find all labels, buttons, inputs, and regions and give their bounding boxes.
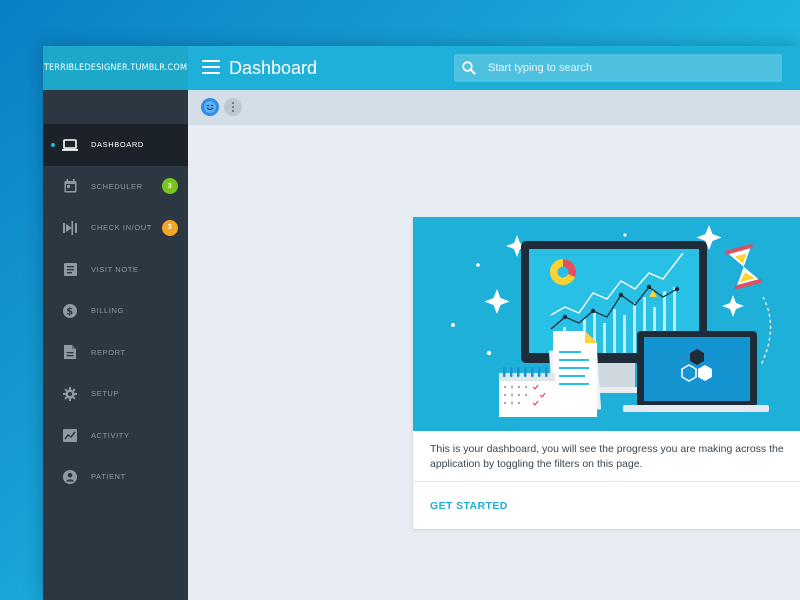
sidebar-item-billing[interactable]: $ BILLING <box>43 290 188 332</box>
activity-icon <box>62 428 78 442</box>
active-indicator <box>51 142 55 147</box>
sidebar-item-label: SCHEDULER <box>91 181 143 191</box>
laptop-icon <box>62 138 78 152</box>
page-title: Dashboard <box>229 58 318 78</box>
svg-text:$: $ <box>66 306 74 317</box>
patient-icon <box>62 469 78 484</box>
toolbar <box>188 90 800 125</box>
sidebar-item-patient[interactable]: PATIENT <box>43 456 188 498</box>
sidebar-item-label: BILLING <box>91 306 124 316</box>
sidebar-item-label: DASHBOARD <box>91 140 144 150</box>
sidebar-item-report[interactable]: REPORT <box>43 332 188 374</box>
brand-logo[interactable]: TERRIBLEDESIGNER.TUMBLR.COM <box>43 46 188 90</box>
check-in-out-icon <box>62 220 78 235</box>
sidebar: TERRIBLEDESIGNER.TUMBLR.COM DASHBOARD SC… <box>43 46 188 600</box>
sidebar-item-dashboard[interactable]: DASHBOARD <box>43 124 188 166</box>
search-input[interactable] <box>488 62 768 74</box>
sidebar-item-activity[interactable]: ACTIVITY <box>43 415 188 457</box>
check-in-out-count-badge: 3 <box>162 219 178 236</box>
top-bar: Dashboard <box>188 46 800 90</box>
app-window: TERRIBLEDESIGNER.TUMBLR.COM DASHBOARD SC… <box>43 46 800 600</box>
card-description: This is your dashboard, you will see the… <box>430 443 784 470</box>
sidebar-item-label: ACTIVITY <box>91 430 130 440</box>
hamburger-menu-icon[interactable] <box>202 60 220 76</box>
dashboard-illustration <box>413 217 800 431</box>
get-started-button[interactable]: GET STARTED <box>413 482 800 529</box>
sidebar-spacer <box>43 90 188 124</box>
sidebar-item-visit-note[interactable]: VISIT NOTE <box>43 249 188 291</box>
more-options-icon[interactable] <box>224 98 242 116</box>
sidebar-item-label: REPORT <box>91 347 126 357</box>
sidebar-item-setup[interactable]: SETUP <box>43 373 188 415</box>
welcome-card: This is your dashboard, you will see the… <box>413 217 800 529</box>
search-icon[interactable] <box>454 61 484 75</box>
search-bar <box>454 54 782 82</box>
sidebar-item-label: SETUP <box>91 389 120 399</box>
sidebar-item-check-in-out[interactable]: CHECK IN/OUT 3 <box>43 207 188 249</box>
avatar[interactable] <box>201 98 219 116</box>
dollar-icon: $ <box>62 303 78 318</box>
sidebar-item-label: VISIT NOTE <box>91 264 139 274</box>
sidebar-item-label: CHECK IN/OUT <box>91 223 152 233</box>
sidebar-item-label: PATIENT <box>91 472 126 482</box>
sidebar-item-scheduler[interactable]: SCHEDULER 3 <box>43 166 188 208</box>
report-icon <box>62 345 78 360</box>
scheduler-count-badge: 3 <box>162 178 178 195</box>
calendar-icon <box>62 179 78 193</box>
gear-icon <box>62 386 78 401</box>
note-icon <box>62 262 78 276</box>
